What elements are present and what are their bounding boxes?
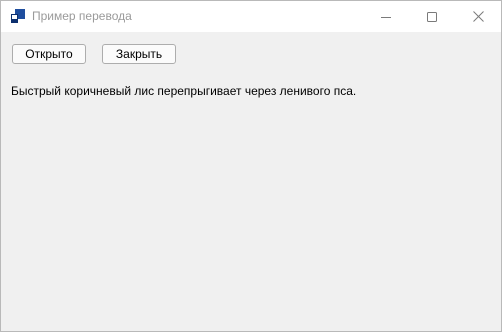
app-window-icon (11, 9, 25, 23)
close-window-button[interactable] (455, 1, 501, 32)
minimize-button[interactable] (363, 1, 409, 32)
client-area: Открыто Закрыть Быстрый коричневый лис п… (1, 32, 501, 331)
maximize-icon (427, 11, 437, 22)
title-bar[interactable]: Пример перевода (1, 1, 501, 32)
close-button[interactable]: Закрыть (102, 44, 176, 64)
open-button[interactable]: Открыто (12, 44, 86, 64)
close-icon (472, 11, 484, 22)
window-title: Пример перевода (32, 9, 132, 23)
app-window: Пример перевода Открыто Закрыть Быстрый … (0, 0, 502, 332)
message-label: Быстрый коричневый лис перепрыгивает чер… (11, 84, 357, 98)
minimize-icon (381, 16, 391, 18)
maximize-button[interactable] (409, 1, 455, 32)
